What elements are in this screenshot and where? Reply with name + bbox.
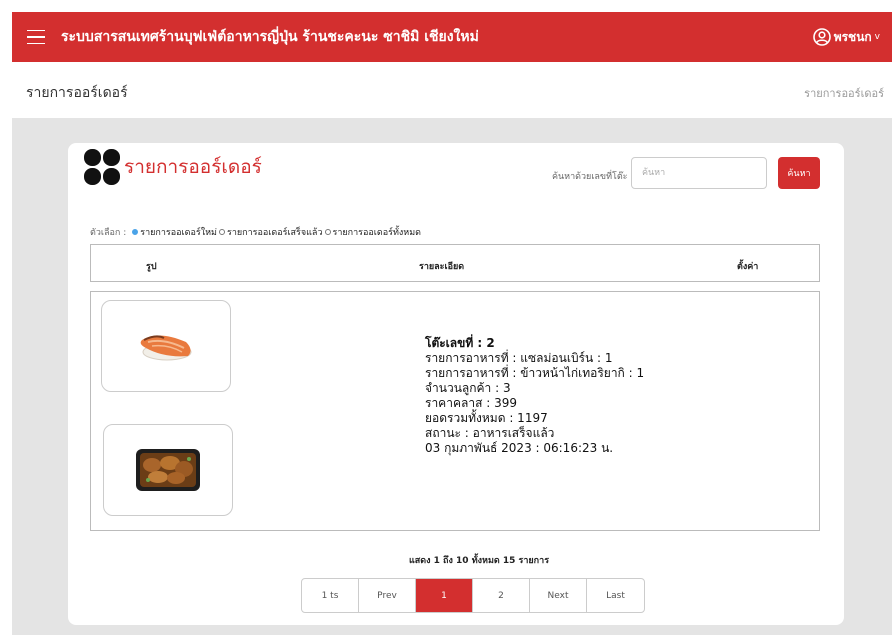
column-header-image: รูป [146,262,157,272]
filter-options: ตัวเลือก : รายการออเดอร์ใหม่ รายการออเดอ… [90,225,423,239]
radio-selected-icon [132,229,139,235]
user-name: พรชนก [833,29,872,44]
radio-icon [218,229,225,235]
radio-icon [324,229,331,235]
card-title: รายการออร์เดอร์ [124,156,262,178]
chevron-down-icon: v [874,32,880,42]
filter-radio-done[interactable]: รายการออเดอร์เสร็จแล้ว [218,225,323,239]
pagination-info: แสดง 1 ถึง 10 ทั้งหมด 15 รายการ [409,556,550,566]
last-page-button[interactable]: Last [587,579,644,612]
filter-radio-new[interactable]: รายการออเดอร์ใหม่ [132,225,217,239]
breadcrumb[interactable]: รายการออร์เดอร์ [804,84,884,102]
search-label: ค้นหาด้วยเลขที่โต๊ะ [552,172,628,182]
grid-logo-icon [84,149,120,185]
prev-page-button[interactable]: Prev [359,579,416,612]
order-timestamp: 03 กุมภาพันธ์ 2023 : 06:16:23 น. [425,441,614,455]
table-row: โต๊ะเลขที่ : 2 รายการอาหารที่ : แซลม่อนเ… [90,291,820,531]
filter-radio-all[interactable]: รายการออเดอร์ทั้งหมด [324,225,422,239]
pagination: 1 ts Prev 1 2 Next Last [301,578,645,613]
column-header-settings: ตั้งค่า [737,262,759,272]
filter-option-label: รายการออเดอร์ใหม่ [140,228,217,238]
first-page-button[interactable]: 1 ts [302,579,359,612]
order-customer-count: จำนวนลูกค้า : 3 [425,381,511,395]
user-icon [812,28,831,46]
page-header: รายการออร์เดอร์ รายการออร์เดอร์ [0,62,892,118]
order-item: รายการอาหารที่ : แซลม่อนเบิร์น : 1 [425,351,613,365]
search-button[interactable]: ค้นหา [778,157,820,189]
orders-card: รายการออร์เดอร์ ค้นหาด้วยเลขที่โต๊ะ ค้นห… [68,143,844,625]
page-2-button[interactable]: 2 [473,579,530,612]
table-header: รูป รายละเอียด ตั้งค่า [90,244,820,282]
order-status: สถานะ : อาหารเสร็จแล้ว [425,426,555,440]
top-navbar: ระบบสารสนเทศร้านบุฟเฟ่ต์อาหารญี่ปุ่น ร้า… [12,12,892,62]
page-title: รายการออร์เดอร์ [26,85,128,101]
food-image-salmon-nigiri [101,300,231,392]
column-header-details: รายละเอียด [419,262,465,272]
menu-icon[interactable] [27,29,45,45]
filter-label: ตัวเลือก : [90,228,127,238]
search-input[interactable] [631,157,767,189]
user-menu[interactable]: พรชนก v [812,28,880,47]
order-details: โต๊ะเลขที่ : 2 รายการอาหารที่ : แซลม่อนเ… [425,336,644,456]
order-class-price: ราคาคลาส : 399 [425,396,517,410]
order-total: ยอดรวมทั้งหมด : 1197 [425,411,548,425]
page-1-button[interactable]: 1 [416,579,473,612]
card-header: รายการออร์เดอร์ [84,149,262,185]
order-item: รายการอาหารที่ : ข้าวหน้าไก่เทอริยากิ : … [425,366,645,380]
filter-option-label: รายการออเดอร์ทั้งหมด [332,228,422,238]
next-page-button[interactable]: Next [530,579,587,612]
app-title: ระบบสารสนเทศร้านบุฟเฟ่ต์อาหารญี่ปุ่น ร้า… [61,29,479,45]
filter-option-label: รายการออเดอร์เสร็จแล้ว [226,228,323,238]
order-table-number: โต๊ะเลขที่ : 2 [425,336,495,350]
food-image-chicken-teriyaki [103,424,233,516]
